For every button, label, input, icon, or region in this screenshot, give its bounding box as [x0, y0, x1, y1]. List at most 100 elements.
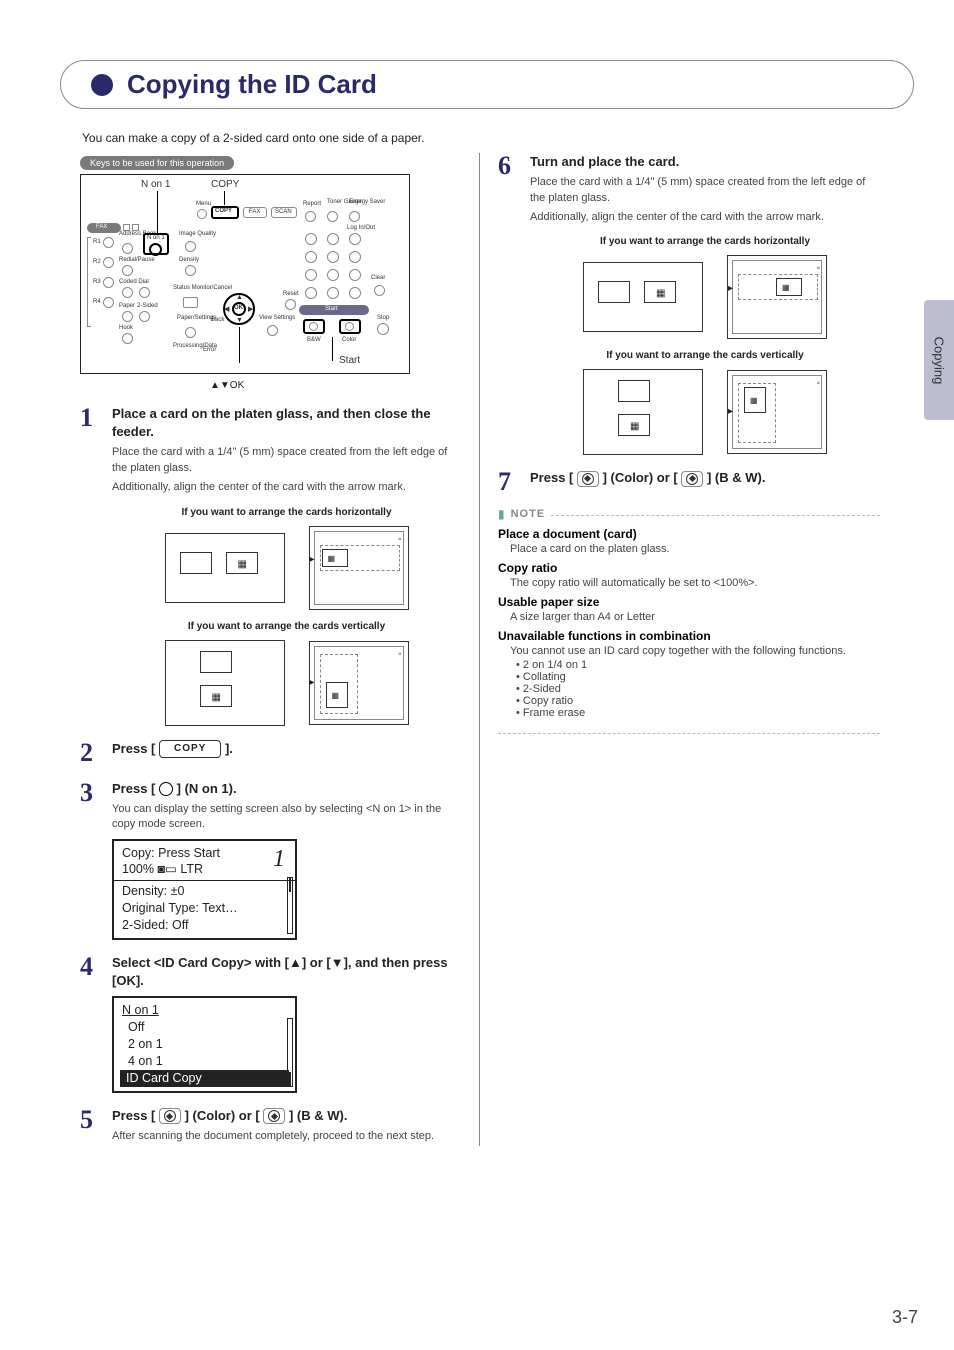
t: Press [: [112, 781, 155, 796]
scrollbar-icon: [287, 1018, 293, 1086]
t: LTR: [180, 862, 203, 876]
tiny-label: COPY: [215, 208, 232, 214]
arrow-icon: ▸: [310, 676, 315, 690]
t: ] (Color) or [: [185, 1108, 264, 1123]
id-icon: ▦: [238, 558, 247, 572]
note-heading: Place a document (card): [498, 527, 880, 541]
t: ].: [225, 741, 233, 756]
stop-key-icon: [377, 323, 389, 335]
card-slot: [180, 552, 212, 574]
page-title: Copying the ID Card: [127, 69, 377, 100]
start-bw-icon: [681, 471, 703, 487]
step-title: Press [ ] (Color) or [ ] (B & W).: [112, 1107, 461, 1125]
tiny-label: Image Quality: [179, 231, 216, 237]
numpad-key: [327, 233, 339, 245]
platen-figure: ▦ ▸ ◦: [727, 255, 827, 339]
intro-text: You can make a copy of a 2-sided card on…: [82, 131, 914, 145]
numpad-key: [349, 287, 361, 299]
note-label: NOTE: [511, 508, 546, 520]
step-text: Additionally, align the center of the ca…: [530, 210, 880, 225]
corner-icon: ◦: [816, 377, 820, 391]
numpad-key: [305, 233, 317, 245]
tiny-label: Error: [203, 347, 216, 353]
lcd-header: N on 1: [122, 1002, 287, 1019]
lcd-line: 2-Sided: Off: [122, 917, 287, 934]
step-text: After scanning the document completely, …: [112, 1129, 461, 1144]
lcd-option-selected: ID Card Copy: [120, 1070, 289, 1087]
label-copy: COPY: [211, 179, 239, 190]
arrow-icon: ▸: [728, 405, 733, 419]
key-icon: [349, 211, 360, 222]
list-item: 2 on 1/4 on 1: [516, 659, 880, 671]
step-title: Select <ID Card Copy> with [▲] or [▼], a…: [112, 954, 461, 990]
id-icon: ▦: [782, 282, 790, 293]
operation-panel-figure: N on 1 COPY Menu COPY FAX SCAN FAX R1 R2: [80, 174, 410, 374]
key-icon: [185, 327, 196, 338]
arrange-h-title: If you want to arrange the cards horizon…: [530, 235, 880, 249]
one-touch-key: [103, 237, 114, 248]
arrange-h-title: If you want to arrange the cards horizon…: [112, 506, 461, 520]
one-touch-key: [103, 257, 114, 268]
card-slot: [598, 281, 630, 303]
clear-key-icon: [374, 285, 385, 296]
title-bullet-icon: [91, 74, 113, 96]
step-title: Press [ COPY ].: [112, 740, 461, 759]
tiny-label: Coded Dial: [119, 279, 149, 285]
right-column: 6 Turn and place the card. Place the car…: [480, 153, 880, 1146]
t: 100%: [122, 862, 157, 876]
id-icon: ▦: [750, 395, 758, 406]
note-header: ▮ NOTE: [498, 507, 880, 521]
tiny-label: Stop: [377, 315, 389, 321]
id-icon: ▦: [630, 420, 639, 434]
note-heading: Unavailable functions in combination: [498, 629, 880, 643]
numpad-key: [327, 287, 339, 299]
numpad-key: [305, 251, 317, 263]
key-icon: [139, 287, 150, 298]
copy-key-icon: COPY: [159, 740, 221, 758]
arrange-v-title: If you want to arrange the cards vertica…: [112, 620, 461, 634]
reset-key-icon: [285, 299, 296, 310]
key-icon: [327, 211, 338, 222]
step-5: 5 Press [ ] (Color) or [ ] (B & W). Afte…: [80, 1107, 461, 1147]
tiny-label: Redial/Pause: [119, 257, 155, 263]
t: Press [: [112, 1108, 159, 1123]
step-3: 3 Press [ ] (N on 1). You can display th…: [80, 780, 461, 940]
paper-figure: ▦: [583, 262, 703, 332]
id-icon: ▦: [328, 553, 336, 564]
scrollbar-icon: [287, 877, 293, 934]
tiny-label: Back: [211, 317, 224, 323]
tiny-label: R3: [93, 279, 101, 285]
dashed-line: [498, 733, 880, 734]
list-item: 2-Sided: [516, 683, 880, 695]
note-text: You cannot use an ID card copy together …: [510, 645, 880, 657]
card-slot: [618, 380, 650, 402]
step-title: Press [ ] (Color) or [ ] (B & W).: [530, 469, 880, 487]
arrange-v-row: ▦ ▦ ▸ ◦: [530, 369, 880, 455]
key-icon: [122, 311, 133, 322]
page-number: 3-7: [892, 1307, 918, 1328]
step-text: Place the card with a 1/4" (5 mm) space …: [530, 175, 880, 206]
tiny-label: Reset: [283, 291, 299, 297]
tiny-label: Paper: [119, 303, 135, 309]
left-column: Keys to be used for this operation N on …: [80, 153, 480, 1146]
arrange-h-row: ▦ ▦ ▸ ◦: [530, 255, 880, 339]
page-title-bar: Copying the ID Card: [60, 60, 914, 109]
diamond-icon: [309, 322, 318, 331]
lcd-line: 100% ◙▭ LTR: [122, 861, 287, 878]
t: Press [: [530, 470, 577, 485]
step-text: Additionally, align the center of the ca…: [112, 480, 461, 495]
arrow-icon: ▸: [728, 282, 733, 296]
corner-icon: ◦: [816, 262, 820, 276]
note-list: 2 on 1/4 on 1 Collating 2-Sided Copy rat…: [516, 659, 880, 719]
arrange-v-title: If you want to arrange the cards vertica…: [530, 349, 880, 363]
t: ] (Color) or [: [603, 470, 682, 485]
tiny-label: Log In/Out: [347, 225, 375, 231]
tiny-label: Report: [303, 201, 321, 207]
copies-count: 1: [273, 843, 285, 875]
paper-figure: ▦: [165, 640, 285, 726]
dashed-line: [551, 515, 880, 516]
step-7: 7 Press [ ] (Color) or [ ] (B & W).: [498, 469, 880, 495]
tiny-label: Hook: [119, 325, 133, 331]
list-item: Copy ratio: [516, 695, 880, 707]
tiny-label: R4: [93, 299, 101, 305]
